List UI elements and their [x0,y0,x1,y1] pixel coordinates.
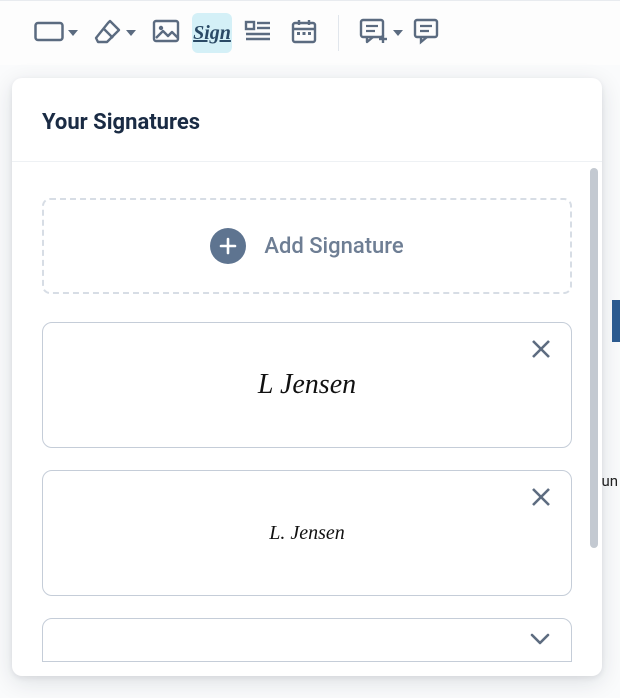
comment-add-icon [359,17,389,49]
date-tool[interactable] [284,13,324,53]
panel-header: Your Signatures [12,78,602,162]
eraser-tool[interactable] [88,13,140,53]
shape-tool[interactable] [28,13,82,53]
separator [338,15,339,51]
signature-item[interactable]: L Jensen [42,322,572,448]
delete-signature-button[interactable] [527,485,555,513]
form-tool[interactable] [238,13,278,53]
signatures-panel: Your Signatures Add Signature L Jensen L… [12,78,602,676]
plus-icon [210,228,246,264]
signature-item-collapsed[interactable] [42,618,572,662]
add-signature-label: Add Signature [264,234,403,259]
panel-body: Add Signature L Jensen L. Jensen [12,162,602,676]
chevron-down-icon [529,631,551,650]
chevron-down-icon [393,30,403,36]
add-signature-button[interactable]: Add Signature [42,198,572,294]
signature-preview: L. Jensen [269,522,345,545]
comment-icon [413,17,443,49]
calendar-icon [290,18,318,48]
eraser-icon [94,18,122,48]
signature-item[interactable]: L. Jensen [42,470,572,596]
toolbar: Sign [0,0,620,65]
sign-tool[interactable]: Sign [192,13,232,53]
chevron-down-icon [126,30,136,36]
side-fragment-text: un [601,472,618,490]
delete-signature-button[interactable] [527,337,555,365]
chevron-down-icon [68,30,78,36]
image-icon [152,18,180,48]
side-accent [612,300,620,342]
form-icon [244,19,272,47]
close-icon [529,485,553,513]
scrollbar[interactable] [590,168,598,548]
comment-tool-2[interactable] [413,13,443,53]
signature-preview: L Jensen [258,369,356,401]
image-tool[interactable] [146,13,186,53]
rectangle-icon [34,20,64,46]
panel-title: Your Signatures [42,110,572,135]
close-icon [529,337,553,365]
comment-tool[interactable] [353,13,407,53]
sign-icon: Sign [193,22,231,45]
